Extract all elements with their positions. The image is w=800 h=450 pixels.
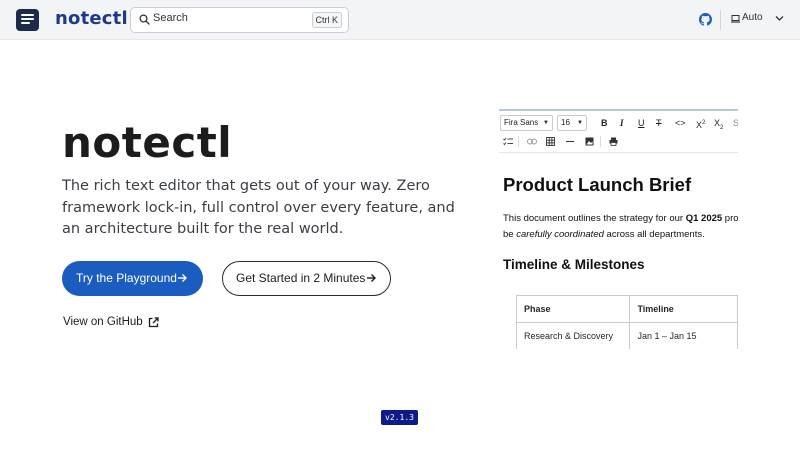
font-family-select[interactable]: Fira Sans ▼ [500, 115, 553, 131]
get-started-label: Get Started in 2 Minutes [236, 271, 366, 285]
doc-subheading: Timeline & Milestones [503, 257, 645, 272]
external-link-icon [148, 317, 159, 328]
italic-button[interactable]: I [620, 117, 624, 129]
toolbar-separator [518, 136, 519, 147]
doc-italic-text: carefully coordinated [516, 229, 604, 240]
get-started-button[interactable]: Get Started in 2 Minutes [222, 261, 391, 296]
code-button[interactable]: <> [675, 117, 686, 129]
bold-button[interactable]: B [601, 117, 608, 129]
superscript-button[interactable]: X2 [696, 117, 705, 131]
table-cell: Research & Discovery [515, 322, 631, 349]
doc-table: Phase Timeline Research & Discovery Jan … [515, 295, 738, 349]
doc-paragraph: This document outlines the strategy for … [503, 211, 738, 243]
font-size-select[interactable]: 16 ▼ [557, 115, 587, 131]
search-placeholder: Search [153, 12, 188, 24]
brand-name[interactable]: notectl [55, 8, 128, 29]
view-on-github-link[interactable]: View on GitHub [63, 316, 159, 328]
theme-label: Auto [742, 12, 763, 23]
font-size-value: 16 [561, 118, 570, 127]
image-icon[interactable] [585, 137, 594, 146]
chevron-down-icon[interactable] [775, 15, 784, 22]
caret-down-icon: ▼ [543, 120, 549, 126]
arrow-right-icon [178, 274, 187, 282]
search-icon [139, 14, 150, 25]
doc-text: across all departments. [603, 229, 705, 240]
search-input[interactable]: Search Ctrl K [130, 7, 349, 33]
table-header-cell: Timeline [629, 295, 738, 323]
caret-down-icon: ▼ [577, 120, 583, 126]
horizontal-rule-icon[interactable] [566, 141, 574, 143]
monitor-icon [731, 15, 740, 23]
toolbar-separator [600, 136, 601, 147]
search-shortcut-badge: Ctrl K [311, 12, 342, 28]
doc-text: produc [724, 213, 738, 224]
subscript-button[interactable]: X2 [714, 117, 723, 134]
try-playground-button[interactable]: Try the Playground [62, 261, 203, 296]
doc-bold-text: Q1 2025 [685, 213, 723, 224]
try-playground-label: Try the Playground [76, 271, 177, 285]
more-format-button[interactable]: S [733, 117, 738, 129]
strikethrough-button[interactable]: T [656, 117, 662, 129]
doc-heading: Product Launch Brief [503, 174, 692, 195]
top-navbar: notectl Search Ctrl K Auto [0, 0, 800, 40]
github-icon[interactable] [699, 13, 712, 26]
table-icon[interactable] [546, 137, 555, 146]
hero-title: notectl [62, 118, 233, 167]
hero-description: The rich text editor that gets out of yo… [62, 178, 455, 237]
table-cell: Jan 1 – Jan 15 [629, 322, 738, 349]
version-badge: v2.1.3 [381, 410, 418, 425]
table-header-row: Phase Timeline [515, 295, 738, 323]
arrow-right-icon [367, 274, 376, 282]
notectl-logo-icon[interactable] [16, 9, 39, 31]
editor-toolbar: Fira Sans ▼ 16 ▼ B I U T <> X2 X2 S [499, 111, 738, 153]
table-row: Research & Discovery Jan 1 – Jan 15 [515, 322, 738, 349]
underline-button[interactable]: U [638, 117, 645, 129]
link-icon[interactable] [527, 138, 537, 145]
table-header-cell: Phase [515, 295, 631, 323]
view-on-github-label: View on GitHub [63, 316, 143, 328]
checklist-icon[interactable] [503, 137, 513, 146]
doc-text: be [503, 229, 517, 240]
print-icon[interactable] [609, 137, 618, 146]
font-family-value: Fira Sans [504, 118, 539, 127]
header-divider [720, 10, 721, 30]
editor-document: Product Launch Brief This document outli… [503, 174, 738, 272]
doc-text: This document outlines the strategy for … [503, 213, 686, 224]
editor-preview[interactable]: Fira Sans ▼ 16 ▼ B I U T <> X2 X2 S Prod… [499, 109, 738, 349]
